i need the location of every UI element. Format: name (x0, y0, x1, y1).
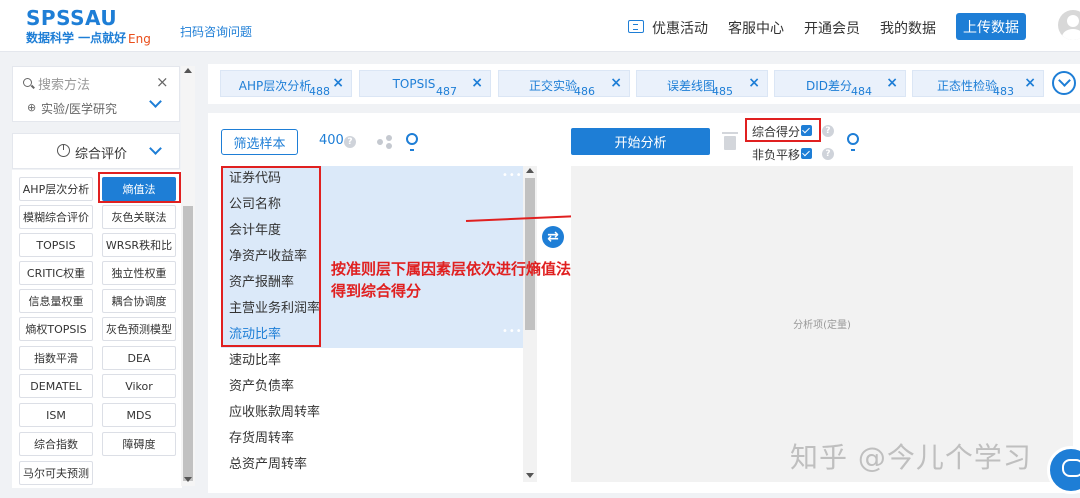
close-icon[interactable]: × (748, 75, 760, 91)
help-icon[interactable]: ? (344, 136, 356, 148)
upload-data-button[interactable]: 上传数据 (956, 13, 1026, 40)
logo[interactable]: SPSSAU (26, 6, 117, 30)
list-item[interactable]: 速动比率 (221, 348, 523, 374)
method-independence[interactable]: 独立性权重 (102, 261, 176, 285)
annotation-text: 按准则层下属因素层依次进行熵值法 得到综合得分 (331, 260, 572, 300)
search-input[interactable]: 搜索方法 (38, 74, 90, 93)
sidebar-scrollbar[interactable] (181, 66, 195, 486)
highlight-selected-vars (221, 166, 321, 347)
more-icon[interactable]: ••• (502, 170, 523, 181)
clock-icon (57, 144, 70, 157)
history-tabs: AHP层次分析 488 × TOPSIS 487 × 正交实验 486 × 误差… (208, 64, 1080, 104)
analysis-drop-area[interactable]: 分析项(定量) (571, 166, 1073, 482)
nav-membership[interactable]: 开通会员 (804, 18, 860, 38)
tab-error-bar[interactable]: 误差线图 485 × (636, 70, 768, 98)
category-label: 综合评价 (75, 147, 128, 162)
method-grey-forecast[interactable]: 灰色预测模型 (102, 317, 176, 341)
chevron-down-icon[interactable] (149, 95, 162, 108)
help-icon[interactable]: ? (822, 125, 834, 137)
method-grey-relation[interactable]: 灰色关联法 (102, 205, 176, 229)
method-coupling[interactable]: 耦合协调度 (102, 289, 176, 313)
avatar[interactable] (1058, 10, 1080, 40)
scrollbar-thumb[interactable] (183, 206, 193, 481)
variable-list-scrollbar[interactable] (523, 166, 537, 482)
method-ahp[interactable]: AHP层次分析 (19, 177, 93, 201)
highlight-entropy-method (98, 172, 181, 203)
tab-orthogonal[interactable]: 正交实验 486 × (498, 70, 630, 98)
close-icon[interactable]: × (156, 73, 169, 91)
tab-ahp[interactable]: AHP层次分析 488 × (220, 70, 352, 98)
category-icon: ⊕ (27, 101, 37, 114)
scroll-up-icon[interactable] (526, 168, 534, 173)
scroll-down-icon[interactable] (184, 477, 192, 482)
list-item[interactable]: 存货周转率 (221, 426, 523, 452)
scan-consult-link[interactable]: 扫码咨询问题 (180, 23, 252, 40)
scroll-up-icon[interactable] (184, 68, 192, 73)
method-dematel[interactable]: DEMATEL (19, 374, 93, 398)
search-icon (23, 78, 32, 87)
method-fuzzy[interactable]: 模糊综合评价 (19, 205, 93, 229)
method-smoothing[interactable]: 指数平滑 (19, 346, 93, 370)
lightbulb-icon[interactable] (406, 133, 418, 151)
close-icon[interactable]: × (1024, 75, 1036, 91)
option-nonneg-shift: 非负平移 (752, 148, 801, 162)
method-dea[interactable]: DEA (102, 346, 176, 370)
scrollbar-thumb[interactable] (525, 178, 535, 330)
tab-normality[interactable]: 正态性检验 483 × (912, 70, 1044, 98)
list-item[interactable]: 资产负债率 (221, 374, 523, 400)
list-item[interactable]: 应收账款周转率 (221, 400, 523, 426)
list-item[interactable]: 总资产周转率 (221, 452, 523, 478)
language-switch[interactable]: Eng (128, 32, 151, 46)
help-icon[interactable]: ? (822, 148, 834, 160)
method-search: 搜索方法 × ⊕ 实验/医学研究 (12, 66, 180, 122)
sub-category-label[interactable]: 实验/医学研究 (41, 100, 151, 116)
chevron-down-icon[interactable] (1052, 71, 1076, 95)
method-info-weight[interactable]: 信息量权重 (19, 289, 93, 313)
method-critic[interactable]: CRITIC权重 (19, 261, 93, 285)
swap-icon[interactable]: ⇄ (542, 226, 564, 248)
method-ism[interactable]: ISM (19, 403, 93, 427)
highlight-composite-score (745, 118, 821, 142)
nonneg-shift-checkbox[interactable] (801, 148, 812, 159)
method-entropy-topsis[interactable]: 熵权TOPSIS (19, 317, 93, 341)
scroll-down-icon[interactable] (526, 473, 534, 478)
watermark: 知乎 @今儿个学习 (790, 441, 1032, 474)
tab-did[interactable]: DID差分 484 × (774, 70, 906, 98)
close-icon[interactable]: × (886, 75, 898, 91)
start-analysis-button[interactable]: 开始分析 (571, 128, 710, 155)
method-panel: AHP层次分析 熵值法 模糊综合评价 灰色关联法 TOPSIS WRSR秩和比 … (12, 170, 182, 488)
nav-my-data[interactable]: 我的数据 (880, 18, 936, 38)
category-header[interactable]: 综合评价 (12, 133, 180, 169)
share-icon[interactable] (377, 135, 393, 149)
nav-promotions[interactable]: 优惠活动 (652, 18, 708, 38)
method-topsis[interactable]: TOPSIS (19, 233, 93, 257)
close-icon[interactable]: × (471, 75, 483, 91)
nav-customer-service[interactable]: 客服中心 (728, 18, 784, 38)
analysis-placeholder: 分析项(定量) (793, 320, 851, 331)
trash-icon[interactable] (722, 132, 738, 150)
coupon-icon (628, 20, 644, 33)
method-mds[interactable]: MDS (102, 403, 176, 427)
close-icon[interactable]: × (332, 75, 344, 91)
more-icon[interactable]: ••• (502, 326, 523, 337)
method-obstacle[interactable]: 障碍度 (102, 432, 176, 456)
method-composite-index[interactable]: 综合指数 (19, 432, 93, 456)
chevron-down-icon[interactable] (149, 142, 162, 155)
method-wrsr[interactable]: WRSR秩和比 (102, 233, 176, 257)
tab-topsis[interactable]: TOPSIS 487 × (359, 70, 491, 98)
filter-sample-button[interactable]: 筛选样本 (221, 129, 298, 155)
lightbulb-icon[interactable] (847, 133, 859, 151)
close-icon[interactable]: × (610, 75, 622, 91)
method-markov[interactable]: 马尔可夫预测 (19, 461, 93, 485)
method-vikor[interactable]: Vikor (102, 374, 176, 398)
sample-count: 400 (319, 133, 344, 148)
top-header: SPSSAU 数据科学 一点就好 Eng 扫码咨询问题 优惠活动 客服中心 开通… (0, 0, 1080, 52)
slogan: 数据科学 一点就好 (26, 31, 127, 45)
